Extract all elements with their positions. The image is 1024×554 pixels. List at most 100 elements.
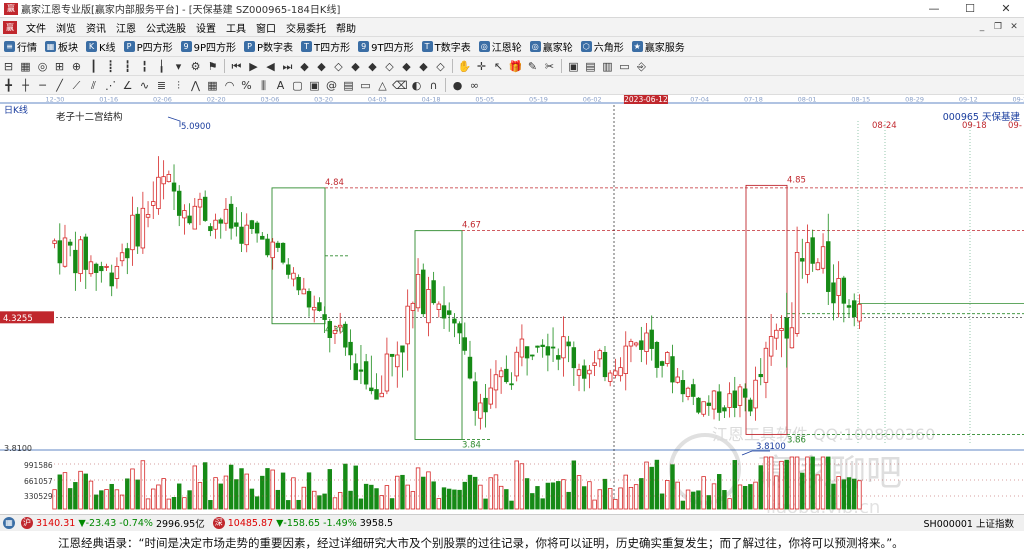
save-icon[interactable]: ▤ [583,59,598,74]
menu-window[interactable]: 窗口 [251,20,281,35]
menu-trade[interactable]: 交易委托 [281,20,331,35]
angle-icon[interactable]: ∠ [120,78,135,93]
menu-news[interactable]: 资讯 [81,20,111,35]
parallel-icon[interactable]: ⫽ [86,78,101,93]
hand-icon[interactable]: ✋ [457,59,472,74]
grid-icon[interactable]: ▦ [3,517,15,529]
menu-file[interactable]: 文件 [21,20,51,35]
child-close-button[interactable]: ✕ [1006,20,1022,34]
menu-gann[interactable]: 江恩 [111,20,141,35]
bars-icon[interactable]: ┋ [103,59,118,74]
diamond-icon[interactable]: ◆ [348,59,363,74]
menu-settings[interactable]: 设置 [191,20,221,35]
toolbar-winner-wheel-button[interactable]: ◎ 赢家轮 [526,39,577,54]
close-button[interactable]: ✕ [988,0,1024,18]
ray-icon[interactable]: ⟋ [69,78,84,93]
plugin-icon[interactable]: ⎆ [634,59,649,74]
diamond-icon[interactable]: ◇ [433,59,448,74]
pencil-icon[interactable]: ✎ [525,59,540,74]
child-minimize-button[interactable]: _ [974,20,990,34]
gift-icon[interactable]: 🎁 [508,59,523,74]
toolbar-gann-wheel-button[interactable]: ◎ 江恩轮 [475,39,526,54]
child-restore-button[interactable]: ❐ [990,20,1006,34]
picture-icon[interactable]: ▣ [566,59,581,74]
forward-icon[interactable]: ⏭ [280,59,295,74]
flag-icon[interactable]: ⚑ [205,59,220,74]
fib-icon[interactable]: ≣ [154,78,169,93]
first-icon[interactable]: ⏮ [229,59,244,74]
minimize-button[interactable]: — [916,0,952,18]
diamond-icon[interactable]: ◆ [297,59,312,74]
magnet-icon[interactable]: ∩ [426,78,441,93]
bar-icon[interactable]: ┃ [86,59,101,74]
kline-chart[interactable]: 江恩工具软件 QQ:100800360 赢家聊吧 liaoba.vip.cn 1… [0,95,1024,513]
toolbar-quotes-button[interactable]: ≡ 行情 [0,39,41,54]
diamond-icon[interactable]: ◆ [416,59,431,74]
erase-icon[interactable]: ⌫ [392,78,408,93]
diamond-icon[interactable]: ◇ [382,59,397,74]
pointer-icon[interactable]: ↖ [491,59,506,74]
hline-icon[interactable]: ─ [35,78,50,93]
bars-up-icon[interactable]: ⫼ [256,78,271,93]
cross-icon[interactable]: ⊕ [69,59,84,74]
maximize-button[interactable]: ☐ [952,0,988,18]
toolbar-hexagon-button[interactable]: ⬡ 六角形 [577,39,628,54]
toolbar-9t-square-button[interactable]: 9 9T四方形 [354,39,417,54]
play-icon[interactable]: ▶ [246,59,261,74]
bar-up-icon[interactable]: ╽ [154,59,169,74]
toolbar-kline-button[interactable]: K K线 [82,39,120,54]
arc-icon[interactable]: ◠ [222,78,237,93]
diamond-icon[interactable]: ◇ [331,59,346,74]
palette-icon[interactable]: ● [450,78,465,93]
menu-formula[interactable]: 公式选股 [141,20,191,35]
percent-icon[interactable]: % [239,78,254,93]
diamond-icon[interactable]: ◆ [365,59,380,74]
crosshair-icon[interactable]: ✛ [474,59,489,74]
sh-index-icon[interactable]: 沪 [21,517,33,529]
cut-icon[interactable]: ✂ [542,59,557,74]
dropdown-icon[interactable]: ▾ [171,59,186,74]
bars3-icon[interactable]: ╏ [137,59,152,74]
vline-icon[interactable]: ┼ [18,78,33,93]
diamond-icon[interactable]: ◆ [314,59,329,74]
layers-icon[interactable]: ▤ [341,78,356,93]
fan-icon[interactable]: ⋰ [103,78,118,93]
triangle-icon[interactable]: △ [375,78,390,93]
toolbar-9p-square-button[interactable]: 9 9P四方形 [177,39,240,54]
chart-type-icon[interactable]: ⊟ [1,59,16,74]
toolbar-p-table-button[interactable]: P P数字表 [240,39,297,54]
channel-icon[interactable]: ⫶ [171,78,186,93]
target-icon[interactable]: ◎ [35,59,50,74]
sz-index-icon[interactable]: 深 [212,517,225,529]
infinity-icon[interactable]: ∞ [467,78,482,93]
box2-icon[interactable]: ▣ [307,78,322,93]
gear-icon[interactable]: ⚙ [188,59,203,74]
ruler-icon[interactable]: ⊞ [52,59,67,74]
grid2-icon[interactable]: ▦ [205,78,220,93]
menu-browse[interactable]: 浏览 [51,20,81,35]
trendline-icon[interactable]: ╱ [52,78,67,93]
color-icon[interactable]: ◐ [409,78,424,93]
menu-tools[interactable]: 工具 [221,20,251,35]
monitor-icon[interactable]: ▭ [617,59,632,74]
toolbar-t-square-button[interactable]: T T四方形 [297,39,354,54]
toolbar-p-square-button[interactable]: P P四方形 [120,39,177,54]
rect-icon[interactable]: ▭ [358,78,373,93]
spiral-icon[interactable]: @ [324,78,339,93]
box-icon[interactable]: ▢ [290,78,305,93]
menu-help[interactable]: 帮助 [331,20,361,35]
diamond-icon[interactable]: ◆ [399,59,414,74]
bars2-icon[interactable]: ┇ [120,59,135,74]
text-icon[interactable]: A [273,78,288,93]
toolbar-service-button[interactable]: ★ 赢家服务 [628,39,689,54]
toolbar-sector-button[interactable]: ▦ 板块 [41,39,82,54]
grid-icon[interactable]: ▦ [18,59,33,74]
kline-chart-svg[interactable]: 江恩工具软件 QQ:100800360 赢家聊吧 liaoba.vip.cn 1… [0,95,1024,513]
back-icon[interactable]: ◀ [263,59,278,74]
zigzag-icon[interactable]: ⋀ [188,78,203,93]
cursor-icon[interactable]: ╋ [1,78,16,93]
toolbar-t-table-button[interactable]: T T数字表 [418,39,475,54]
wave-icon[interactable]: ∿ [137,78,152,93]
print-icon[interactable]: ▥ [600,59,615,74]
status-right-index[interactable]: SH000001 上证指数 [924,516,1014,530]
